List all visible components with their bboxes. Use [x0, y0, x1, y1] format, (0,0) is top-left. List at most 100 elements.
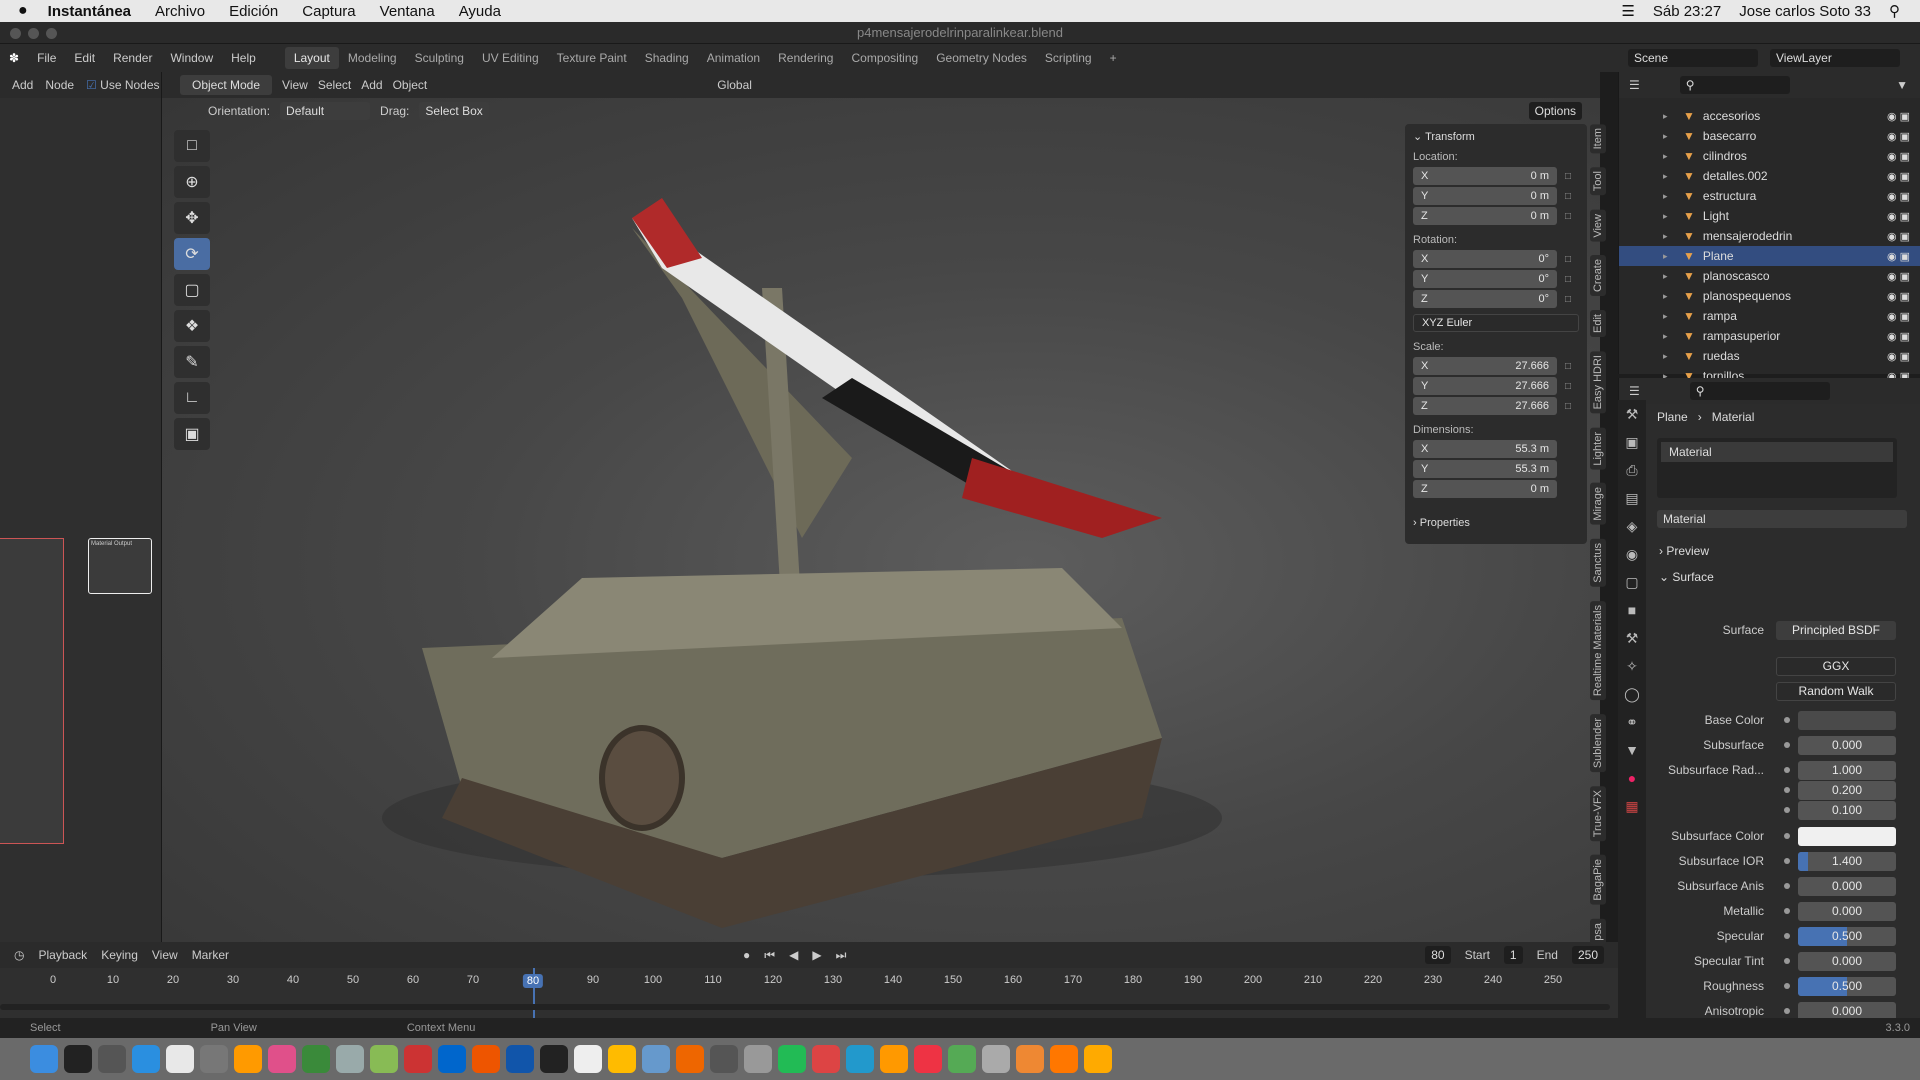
- outliner-item[interactable]: ▸ ▼ ruedas ◉ ▣: [1619, 346, 1920, 366]
- playback-menu[interactable]: Playback: [38, 948, 87, 962]
- menu-captura[interactable]: Captura: [302, 3, 355, 20]
- sidebar-tab[interactable]: Easy HDRI: [1590, 351, 1606, 414]
- clock[interactable]: Sáb 23:27: [1653, 3, 1721, 20]
- drag-dropdown[interactable]: Select Box: [419, 102, 489, 120]
- outliner-item[interactable]: ▸ ▼ planospequenos ◉ ▣: [1619, 286, 1920, 306]
- ws-texture-paint[interactable]: Texture Paint: [548, 47, 636, 69]
- viewport-view-menu[interactable]: View: [282, 78, 308, 92]
- start-frame-field[interactable]: 1: [1503, 946, 1523, 964]
- sidebar-tab[interactable]: Sanctus: [1590, 538, 1606, 587]
- outliner[interactable]: ☰ ⚲ ▼ ▸ ▼ accesorios ◉ ▣ ▸ ▼ basecarro ◉ ▣ ▸ ▼ cil…: [1618, 72, 1920, 383]
- timeline[interactable]: 0 10 20 30 40 50 60 70 80 90 100 110 120 130 140 150 160…: [0, 968, 1618, 1018]
- sidebar-tab[interactable]: Create: [1590, 255, 1606, 297]
- dock-app-icon[interactable]: [744, 1045, 772, 1073]
- outliner-item[interactable]: ▸ ▼ detalles.002 ◉ ▣: [1619, 166, 1920, 186]
- value-field[interactable]: 1.400: [1798, 851, 1896, 871]
- ws-geometry-nodes[interactable]: Geometry Nodes: [927, 47, 1036, 69]
- value-field[interactable]: 0.100: [1798, 800, 1896, 820]
- socket-icon[interactable]: [1784, 908, 1790, 914]
- menu-render[interactable]: Render: [113, 51, 152, 65]
- scene-selector[interactable]: Scene: [1628, 49, 1758, 67]
- dock-app-icon[interactable]: [540, 1045, 568, 1073]
- ws-animation[interactable]: Animation: [698, 47, 769, 69]
- cursor-tool-icon[interactable]: ⊕: [174, 166, 210, 198]
- expand-icon[interactable]: ▸: [1663, 131, 1668, 142]
- subsurface-method-dropdown[interactable]: Random Walk: [1776, 681, 1896, 701]
- menu-edicion[interactable]: Edición: [229, 3, 278, 20]
- sidebar-tab[interactable]: Lighter: [1590, 427, 1606, 470]
- menu-ventana[interactable]: Ventana: [380, 3, 435, 20]
- view-layer-tab-icon[interactable]: ▤: [1618, 484, 1646, 512]
- menu-file[interactable]: File: [37, 51, 56, 65]
- dock-app-icon[interactable]: [1050, 1045, 1078, 1073]
- rotate-tool-icon[interactable]: ⟳: [174, 238, 210, 270]
- socket-icon[interactable]: [1784, 833, 1790, 839]
- socket-icon[interactable]: [1784, 983, 1790, 989]
- value-field[interactable]: 0.200: [1798, 780, 1896, 800]
- dimension-y-field[interactable]: Y 55.3 m: [1413, 460, 1557, 478]
- dock-app-icon[interactable]: [472, 1045, 500, 1073]
- outliner-item[interactable]: ▸ ▼ estructura ◉ ▣: [1619, 186, 1920, 206]
- dock-app-icon[interactable]: [846, 1045, 874, 1073]
- eye-icon[interactable]: ◉ ▣: [1887, 110, 1910, 123]
- viewport-add-menu[interactable]: Add: [361, 78, 382, 92]
- expand-icon[interactable]: ▸: [1663, 311, 1668, 322]
- current-frame-field[interactable]: 80: [1425, 946, 1451, 964]
- annotate-tool-icon[interactable]: ✎: [174, 346, 210, 378]
- dock-app-icon[interactable]: [302, 1045, 330, 1073]
- physics-tab-icon[interactable]: ◯: [1618, 680, 1646, 708]
- measure-tool-icon[interactable]: ∟: [174, 382, 210, 414]
- expand-icon[interactable]: ▸: [1663, 211, 1668, 222]
- dock-app-icon[interactable]: [166, 1045, 194, 1073]
- material-output-node[interactable]: Material Output: [88, 538, 152, 594]
- viewlayer-selector[interactable]: ViewLayer: [1770, 49, 1900, 67]
- ws-rendering[interactable]: Rendering: [769, 47, 842, 69]
- eye-icon[interactable]: ◉ ▣: [1887, 190, 1910, 203]
- eye-icon[interactable]: ◉ ▣: [1887, 170, 1910, 183]
- expand-icon[interactable]: ▸: [1663, 171, 1668, 182]
- node-editor[interactable]: Add Node ☑ Use Nodes Material Output: [0, 72, 162, 942]
- timeline-scrollbar[interactable]: [0, 1004, 1610, 1010]
- scene-tab-icon[interactable]: ◈: [1618, 512, 1646, 540]
- material-name-field[interactable]: Material: [1657, 510, 1907, 528]
- socket-icon[interactable]: [1784, 958, 1790, 964]
- surface-shader-field[interactable]: Principled BSDF: [1776, 620, 1896, 640]
- lock-icon[interactable]: □: [1565, 274, 1579, 285]
- dock-app-icon[interactable]: [948, 1045, 976, 1073]
- lock-icon[interactable]: □: [1565, 381, 1579, 392]
- scale-tool-icon[interactable]: ▢: [174, 274, 210, 306]
- eye-icon[interactable]: ◉ ▣: [1887, 210, 1910, 223]
- timeline-editor-icon[interactable]: ◷: [14, 948, 24, 962]
- zoom-window-button[interactable]: [46, 28, 57, 39]
- apple-icon[interactable]: ●: [18, 2, 28, 20]
- socket-icon[interactable]: [1784, 858, 1790, 864]
- location-y-field[interactable]: Y0 m: [1413, 187, 1557, 205]
- outliner-item[interactable]: ▸ ▼ planoscasco ◉ ▣: [1619, 266, 1920, 286]
- sidebar-tab[interactable]: Sublender: [1590, 713, 1606, 772]
- expand-icon[interactable]: ▸: [1663, 111, 1668, 122]
- eye-icon[interactable]: ◉ ▣: [1887, 250, 1910, 263]
- play-icon[interactable]: ▶: [812, 948, 821, 962]
- dock-app-icon[interactable]: [1016, 1045, 1044, 1073]
- rotation-mode-dropdown[interactable]: XYZ Euler: [1413, 314, 1579, 332]
- dock-app-icon[interactable]: [98, 1045, 126, 1073]
- expand-icon[interactable]: ▸: [1663, 331, 1668, 342]
- dock-app-icon[interactable]: [812, 1045, 840, 1073]
- eye-icon[interactable]: ◉ ▣: [1887, 150, 1910, 163]
- constraints-tab-icon[interactable]: ⚭: [1618, 708, 1646, 736]
- outliner-item[interactable]: ▸ ▼ Light ◉ ▣: [1619, 206, 1920, 226]
- dock-app-icon[interactable]: [914, 1045, 942, 1073]
- lock-icon[interactable]: □: [1565, 191, 1579, 202]
- prev-key-icon[interactable]: ◀: [789, 948, 798, 962]
- location-z-field[interactable]: Z0 m: [1413, 207, 1557, 225]
- lock-icon[interactable]: □: [1565, 254, 1579, 265]
- wifi-icon[interactable]: ☰: [1621, 2, 1634, 20]
- transform-tool-icon[interactable]: ❖: [174, 310, 210, 342]
- scale-y-field[interactable]: Y 27.666: [1413, 377, 1557, 395]
- expand-icon[interactable]: ▸: [1663, 191, 1668, 202]
- filter-icon[interactable]: ▼: [1896, 78, 1908, 92]
- texture-tab-icon[interactable]: ▦: [1618, 792, 1646, 820]
- viewport-select-menu[interactable]: Select: [318, 78, 351, 92]
- expand-icon[interactable]: ▸: [1663, 251, 1668, 262]
- close-window-button[interactable]: [10, 28, 21, 39]
